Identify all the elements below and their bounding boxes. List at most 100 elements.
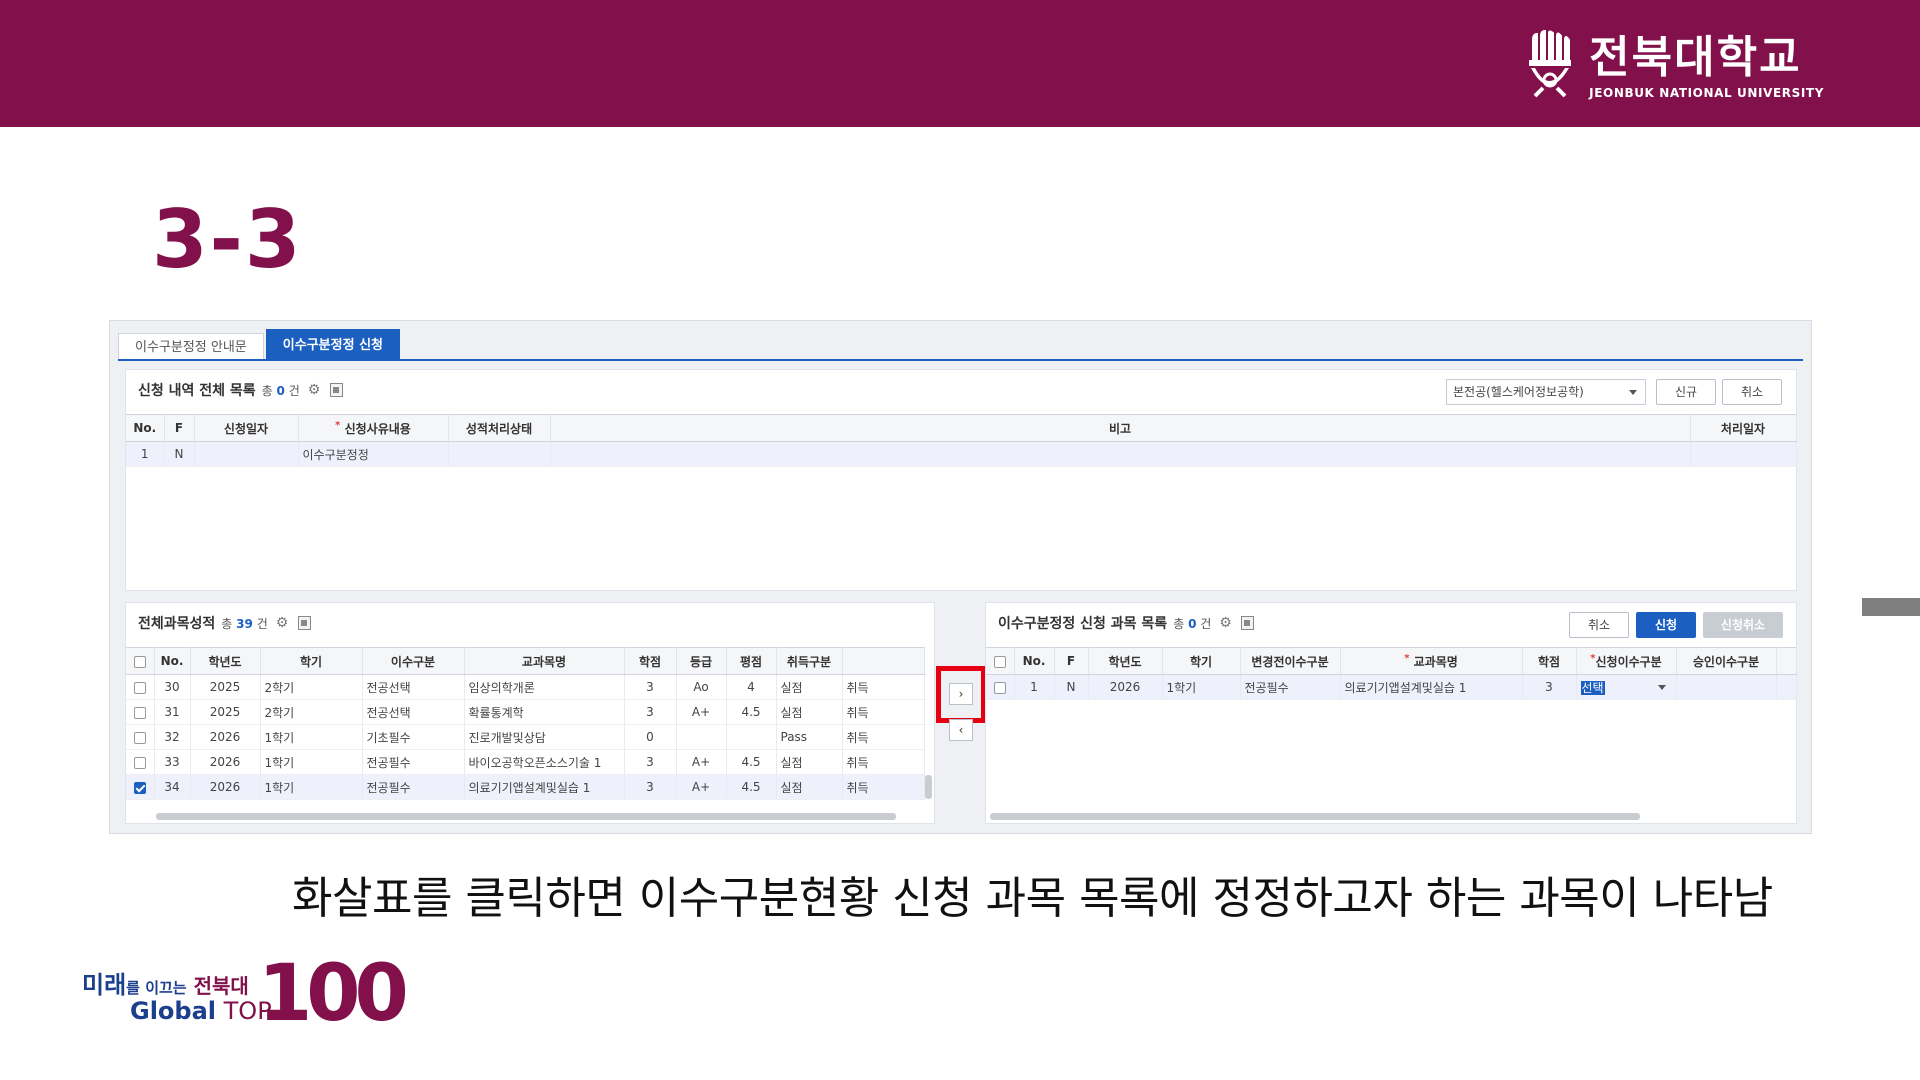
- col-f[interactable]: F: [1054, 647, 1089, 675]
- col-requested-type[interactable]: *신청이수구분: [1576, 647, 1677, 675]
- cell-type: 전공필수: [362, 749, 465, 775]
- tab-underline: [118, 359, 1803, 361]
- correction-count: 총 0 건: [1173, 616, 1212, 631]
- table-row[interactable]: 30 2025 2학기 전공선택 임상의학개론 3 Ao 4 실점 취득: [126, 674, 925, 700]
- table-row[interactable]: 32 2026 1학기 기초필수 진로개발및상담 0 Pass 취득: [126, 724, 925, 750]
- col-course[interactable]: * 교과목명: [1340, 647, 1523, 675]
- request-list-panel: 신청 내역 전체 목록 총 0 건 ⚙ 본전공(헬스케어정보공학) 신규 취소 …: [125, 369, 1797, 591]
- col-acq[interactable]: 취득구분: [776, 647, 843, 675]
- chevron-down-icon: [1657, 685, 1666, 690]
- slide-title: 3-3: [152, 193, 303, 286]
- col-course[interactable]: 교과목명: [464, 647, 625, 675]
- col-status[interactable]: 성적처리상태: [448, 414, 551, 442]
- cell-year: 2026: [190, 724, 261, 750]
- cell-extra: 취득: [842, 674, 925, 700]
- cell-filler: [1776, 674, 1797, 700]
- settings-gear-icon[interactable]: ⚙: [276, 616, 290, 630]
- move-left-arrow-button[interactable]: ‹: [949, 719, 973, 741]
- request-list-title: 신청 내역 전체 목록 총 0 건 ⚙: [138, 380, 343, 400]
- cell-credit: 3: [624, 674, 677, 700]
- cell-extra: 취득: [842, 724, 925, 750]
- new-request-button[interactable]: 신규: [1656, 379, 1716, 405]
- table-row[interactable]: 31 2025 2학기 전공선택 확률통계학 3 A+ 4.5 실점 취득: [126, 699, 925, 725]
- col-year[interactable]: 학년도: [1088, 647, 1163, 675]
- col-f[interactable]: F: [164, 414, 195, 442]
- cell-term: 1학기: [260, 724, 363, 750]
- col-filler: [1776, 647, 1797, 675]
- major-select[interactable]: 본전공(헬스케어정보공학): [1446, 379, 1646, 405]
- col-term[interactable]: 학기: [1162, 647, 1241, 675]
- cell-f: N: [1054, 674, 1089, 700]
- col-grade[interactable]: 등급: [676, 647, 727, 675]
- tab-apply[interactable]: 이수구분정정 신청: [265, 329, 400, 361]
- col-date[interactable]: 신청일자: [194, 414, 299, 442]
- row-checkbox[interactable]: [126, 674, 155, 700]
- cell-term: 2학기: [260, 699, 363, 725]
- table-row[interactable]: 1 N 2026 1학기 전공필수 의료기기앱설계및실습 1 3 선택: [986, 674, 1797, 700]
- row-checkbox[interactable]: [986, 674, 1015, 700]
- excel-export-icon[interactable]: [329, 383, 343, 397]
- grades-horizontal-scrollbar[interactable]: [156, 813, 896, 820]
- cancel-button[interactable]: 취소: [1569, 612, 1629, 638]
- cell-year: 2025: [190, 699, 261, 725]
- row-checkbox[interactable]: [126, 724, 155, 750]
- cell-no: 1: [1014, 674, 1055, 700]
- cell-extra: 취득: [842, 749, 925, 775]
- cell-term: 2학기: [260, 674, 363, 700]
- col-reason[interactable]: * 신청사유내용: [298, 414, 449, 442]
- select-all-checkbox[interactable]: [126, 647, 155, 675]
- withdraw-button[interactable]: 신청취소: [1703, 612, 1783, 638]
- col-note[interactable]: 비고: [550, 414, 1691, 442]
- col-point[interactable]: 평점: [726, 647, 777, 675]
- logo-slogan-line1: 미래를 이끄는 전북대: [82, 971, 249, 999]
- excel-export-icon[interactable]: [297, 616, 311, 630]
- correction-title: 이수구분정정 신청 과목 목록 총 0 건 ⚙: [998, 613, 1255, 633]
- cell-no: 31: [154, 699, 191, 725]
- excel-export-icon[interactable]: [1241, 616, 1255, 630]
- table-row[interactable]: 33 2026 1학기 전공필수 바이오공학오픈소스기술 1 3 A+ 4.5 …: [126, 749, 925, 775]
- col-approved-type[interactable]: 승인이수구분: [1676, 647, 1777, 675]
- cell-extra: 취득: [842, 699, 925, 725]
- correction-horizontal-scrollbar[interactable]: [990, 813, 1640, 820]
- col-no[interactable]: No.: [1014, 647, 1055, 675]
- correction-panel: 이수구분정정 신청 과목 목록 총 0 건 ⚙ 취소 신청 신청취소 No. F…: [985, 602, 1797, 824]
- correction-heading: 이수구분정정 신청 과목 목록: [998, 616, 1168, 632]
- cell-grade: Ao: [676, 674, 727, 700]
- cell-date: [194, 441, 299, 467]
- cell-grade: [676, 724, 727, 750]
- col-before-type[interactable]: 변경전이수구분: [1240, 647, 1341, 675]
- cell-year: 2025: [190, 674, 261, 700]
- col-no[interactable]: No.: [154, 647, 191, 675]
- chevron-down-icon: [1629, 390, 1637, 395]
- col-extra: [842, 647, 925, 675]
- col-credit[interactable]: 학점: [1522, 647, 1577, 675]
- col-year[interactable]: 학년도: [190, 647, 261, 675]
- table-row[interactable]: 1 N 이수구분정정: [126, 441, 1797, 467]
- cell-grade: A+: [676, 749, 727, 775]
- row-checkbox[interactable]: [126, 749, 155, 775]
- logo-100: 100: [258, 949, 409, 1039]
- required-mark: *: [335, 419, 341, 431]
- cell-course: 확률통계학: [464, 699, 625, 725]
- cell-year: 2026: [190, 774, 261, 800]
- col-no[interactable]: No.: [126, 414, 165, 442]
- col-type[interactable]: 이수구분: [362, 647, 465, 675]
- col-credit[interactable]: 학점: [624, 647, 677, 675]
- settings-gear-icon[interactable]: ⚙: [308, 383, 322, 397]
- col-term[interactable]: 학기: [260, 647, 363, 675]
- row-checkbox[interactable]: [126, 699, 155, 725]
- grades-vertical-scrollbar[interactable]: [925, 775, 932, 799]
- cancel-request-button[interactable]: 취소: [1722, 379, 1782, 405]
- requested-type-select[interactable]: 선택: [1576, 674, 1677, 700]
- cell-no: 34: [154, 774, 191, 800]
- move-right-arrow-button[interactable]: ›: [949, 683, 973, 705]
- table-row-selected[interactable]: 34 2026 1학기 전공필수 의료기기앱설계및실습 1 3 A+ 4.5 실…: [126, 774, 925, 800]
- apply-button[interactable]: 신청: [1636, 612, 1696, 638]
- cell-type: 전공필수: [362, 774, 465, 800]
- university-name-en: JEONBUK NATIONAL UNIVERSITY: [1589, 86, 1824, 100]
- select-all-checkbox[interactable]: [986, 647, 1015, 675]
- settings-gear-icon[interactable]: ⚙: [1219, 616, 1233, 630]
- row-checkbox-checked[interactable]: [126, 774, 155, 800]
- col-processed[interactable]: 처리일자: [1690, 414, 1797, 442]
- tab-guide[interactable]: 이수구분정정 안내문: [118, 333, 264, 361]
